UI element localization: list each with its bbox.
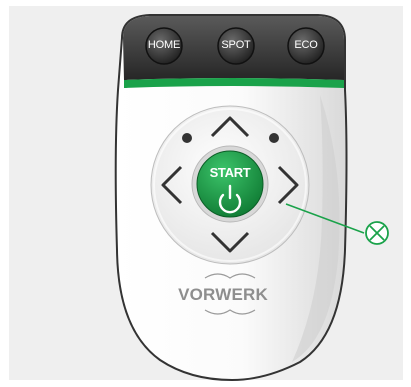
brand-logo: VORWERK — [178, 285, 268, 304]
arrow-right-button[interactable] — [274, 163, 304, 207]
eco-button[interactable]: ECO — [288, 28, 324, 64]
spot-button[interactable]: SPOT — [218, 28, 254, 64]
start-button[interactable]: START — [197, 151, 263, 217]
arrow-left-button[interactable] — [156, 163, 186, 207]
circle-x-icon — [366, 222, 388, 244]
home-button-label: HOME — [147, 39, 181, 51]
spot-button-label: SPOT — [221, 39, 251, 51]
arrow-down-button[interactable] — [208, 228, 252, 258]
arrow-up-button[interactable] — [208, 112, 252, 142]
start-button-label: START — [209, 165, 251, 180]
eco-button-label: ECO — [294, 39, 318, 51]
home-button[interactable]: HOME — [146, 28, 182, 64]
